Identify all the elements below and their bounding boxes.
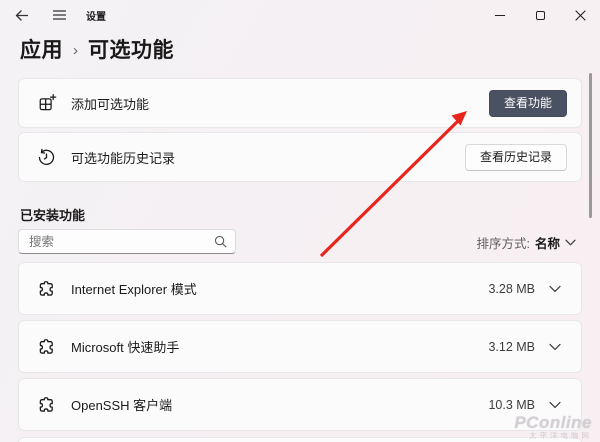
history-label: 可选功能历史记录	[71, 148, 175, 167]
feature-row-openssh-client[interactable]: OpenSSH 客户端 10.3 MB	[18, 378, 582, 431]
sort-label: 排序方式:	[477, 233, 530, 252]
feature-name: OpenSSH 客户端	[71, 395, 172, 414]
view-history-button[interactable]: 查看历史记录	[465, 144, 567, 171]
search-box[interactable]	[18, 229, 236, 254]
chevron-down-icon[interactable]	[549, 285, 561, 293]
feature-name: Internet Explorer 模式	[71, 279, 197, 298]
add-feature-label: 添加可选功能	[71, 94, 149, 113]
feature-row-internet-explorer-mode[interactable]: Internet Explorer 模式 3.28 MB	[18, 262, 582, 315]
grid-plus-icon	[35, 92, 57, 114]
maximize-icon	[536, 11, 545, 20]
navigation-menu-button[interactable]	[48, 4, 70, 26]
feature-size: 3.28 MB	[488, 282, 535, 296]
back-button[interactable]	[10, 4, 32, 26]
back-arrow-icon	[15, 10, 28, 21]
sort-control[interactable]: 排序方式: 名称	[477, 233, 577, 252]
breadcrumb: 应用 › 可选功能	[20, 34, 174, 64]
chevron-down-icon[interactable]	[549, 401, 561, 409]
view-features-button[interactable]: 查看功能	[489, 90, 567, 117]
history-icon	[35, 146, 57, 168]
puzzle-piece-icon	[35, 336, 57, 358]
settings-window: 设置 应用 › 可选功能 添加可选功能 查看功能	[0, 0, 600, 442]
optional-feature-history-card: 可选功能历史记录 查看历史记录	[18, 132, 582, 182]
partial-feature-row[interactable]	[18, 437, 582, 442]
search-icon	[214, 235, 227, 248]
sort-value: 名称	[535, 233, 560, 252]
scrollbar-thumb[interactable]	[589, 73, 592, 218]
feature-name: Microsoft 快速助手	[71, 337, 179, 356]
close-button[interactable]	[560, 0, 600, 30]
red-annotation-arrow	[0, 0, 600, 442]
page-title: 可选功能	[88, 34, 174, 64]
titlebar: 设置	[0, 0, 600, 30]
breadcrumb-separator: ›	[73, 40, 78, 59]
app-title: 设置	[86, 8, 106, 23]
breadcrumb-apps[interactable]: 应用	[20, 34, 63, 64]
chevron-down-icon	[565, 239, 576, 246]
minimize-icon	[495, 15, 505, 16]
add-optional-feature-card: 添加可选功能 查看功能	[18, 78, 582, 128]
close-icon	[575, 10, 586, 21]
feature-size: 3.12 MB	[488, 340, 535, 354]
search-input[interactable]	[29, 235, 214, 249]
chevron-down-icon[interactable]	[549, 343, 561, 351]
minimize-button[interactable]	[480, 0, 520, 30]
feature-size: 10.3 MB	[488, 398, 535, 412]
puzzle-piece-icon	[35, 278, 57, 300]
feature-row-quick-assist[interactable]: Microsoft 快速助手 3.12 MB	[18, 320, 582, 373]
puzzle-piece-icon	[35, 394, 57, 416]
hamburger-menu-icon	[53, 10, 66, 20]
maximize-button[interactable]	[520, 0, 560, 30]
installed-features-heading: 已安装功能	[20, 205, 85, 224]
